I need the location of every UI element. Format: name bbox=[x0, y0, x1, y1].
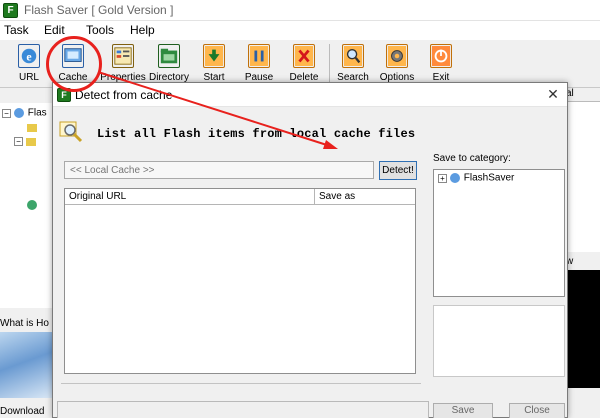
category-tree-select[interactable]: + FlashSaver bbox=[433, 169, 565, 297]
save-to-category-label: Save to category: bbox=[433, 153, 511, 164]
app-icon: F bbox=[3, 3, 18, 18]
status-frame bbox=[57, 401, 429, 418]
download-list[interactable] bbox=[566, 102, 600, 252]
collapse-icon[interactable]: − bbox=[2, 108, 11, 118]
delete-button[interactable]: Delete bbox=[282, 42, 326, 86]
start-icon bbox=[203, 44, 225, 68]
menu-tools[interactable]: Tools bbox=[86, 23, 114, 37]
tree-root[interactable]: − Flas bbox=[2, 107, 47, 119]
main-titlebar: F Flash Saver [ Gold Version ] bbox=[0, 0, 600, 21]
delete-icon bbox=[293, 44, 315, 68]
pause-button[interactable]: Pause bbox=[237, 42, 281, 86]
directory-button[interactable]: Directory bbox=[147, 42, 191, 86]
dialog-title: Detect from cache bbox=[75, 88, 173, 102]
download-label: Download bbox=[0, 406, 56, 418]
tree-item[interactable] bbox=[24, 121, 38, 133]
flash-preview bbox=[566, 270, 600, 388]
start-button[interactable]: Start bbox=[192, 42, 236, 86]
globe-icon bbox=[450, 173, 460, 183]
save-button[interactable]: Save bbox=[433, 403, 493, 418]
folder-icon bbox=[26, 138, 36, 146]
preview-image bbox=[0, 332, 56, 398]
svg-text:e: e bbox=[26, 50, 31, 64]
category-root-label: FlashSaver bbox=[463, 172, 515, 184]
pause-icon bbox=[248, 44, 270, 68]
exit-icon bbox=[430, 44, 452, 68]
menubar: Task Edit Tools Help bbox=[0, 21, 600, 40]
tree-root-label: Flas bbox=[27, 107, 47, 119]
magnifier-icon bbox=[59, 121, 83, 143]
cache-items-list[interactable]: Original URL Save as bbox=[64, 188, 416, 374]
properties-button[interactable]: Properties bbox=[100, 42, 146, 86]
url-button[interactable]: e URL bbox=[7, 42, 51, 86]
expand-icon[interactable]: + bbox=[438, 173, 447, 183]
close-icon[interactable]: ✕ bbox=[545, 86, 561, 102]
what-label: What is Ho bbox=[0, 318, 56, 332]
column-original-url[interactable]: Original URL bbox=[65, 189, 315, 205]
options-button[interactable]: Options bbox=[375, 42, 419, 86]
menu-help[interactable]: Help bbox=[130, 23, 155, 37]
directory-icon bbox=[158, 44, 180, 68]
search-button[interactable]: Search bbox=[331, 42, 375, 86]
detect-button[interactable]: Detect! bbox=[379, 161, 417, 180]
folder-icon bbox=[27, 124, 37, 132]
close-button[interactable]: Close bbox=[509, 403, 565, 418]
dialog-titlebar: F Detect from cache ✕ bbox=[53, 83, 567, 107]
divider bbox=[61, 383, 421, 384]
category-details-panel bbox=[433, 305, 565, 377]
ie-icon: e bbox=[18, 44, 40, 68]
collapse-icon[interactable]: − bbox=[14, 136, 23, 146]
menu-edit[interactable]: Edit bbox=[44, 23, 65, 37]
detect-from-cache-dialog: F Detect from cache ✕ List all Flash ite… bbox=[52, 82, 568, 418]
list-header: al bbox=[566, 88, 600, 102]
exit-button[interactable]: Exit bbox=[419, 42, 463, 86]
highlight-circle bbox=[46, 36, 102, 92]
tree-item[interactable]: − bbox=[14, 135, 37, 147]
category-root[interactable]: + FlashSaver bbox=[438, 172, 514, 184]
options-icon bbox=[386, 44, 408, 68]
column-save-as[interactable]: Save as bbox=[315, 189, 415, 205]
tree-item[interactable] bbox=[24, 199, 38, 211]
properties-icon bbox=[112, 44, 134, 68]
category-tree[interactable]: − Flas − bbox=[0, 103, 56, 308]
dialog-heading: List all Flash items from local cache fi… bbox=[97, 127, 416, 141]
network-icon bbox=[27, 200, 37, 210]
app-title: Flash Saver [ Gold Version ] bbox=[24, 3, 174, 17]
globe-icon bbox=[14, 108, 24, 118]
splitter[interactable] bbox=[0, 308, 56, 318]
search-icon bbox=[342, 44, 364, 68]
menu-task[interactable]: Task bbox=[4, 23, 29, 37]
local-cache-input[interactable] bbox=[64, 161, 374, 179]
preview-label: w bbox=[566, 256, 600, 270]
